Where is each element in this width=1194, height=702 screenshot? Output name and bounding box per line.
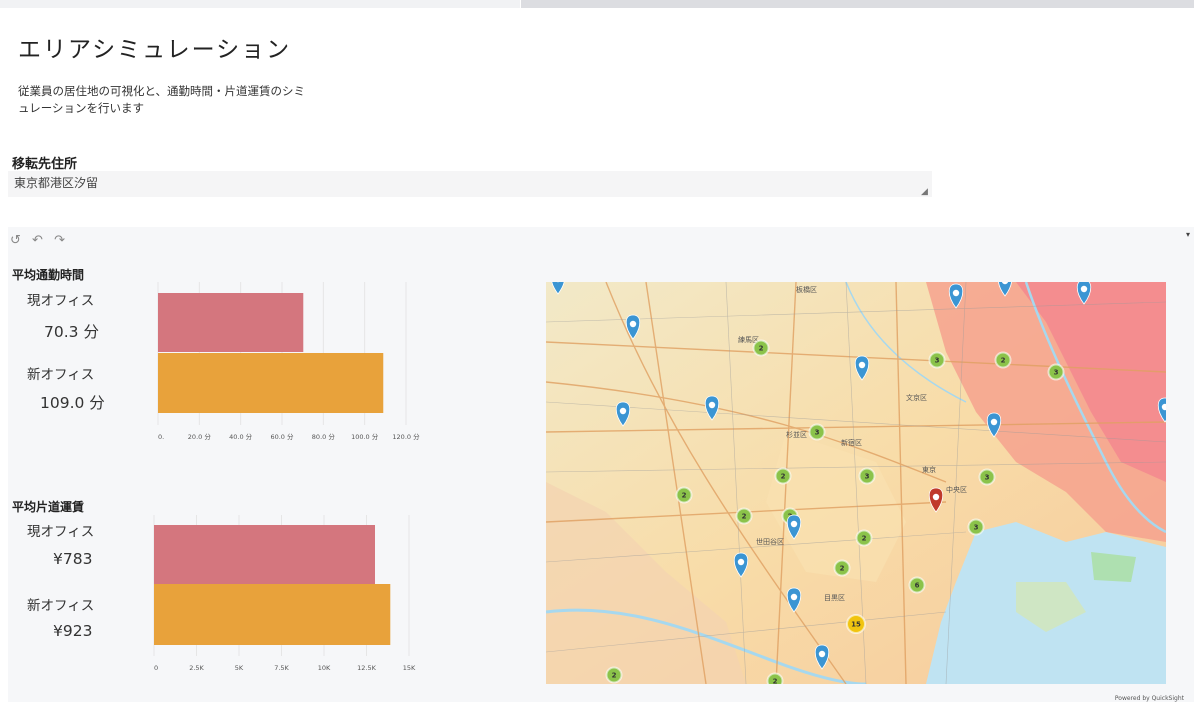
commute-current-label: 現オフィス bbox=[27, 293, 95, 309]
cluster-count: 3 bbox=[985, 474, 990, 482]
address-label: 移転先住所 bbox=[12, 157, 78, 172]
fare-title: 平均片道運賃 bbox=[12, 500, 85, 514]
panel-menu-icon[interactable]: ▾ bbox=[1186, 230, 1190, 239]
cluster-marker[interactable]: 2 bbox=[675, 486, 693, 504]
commute-new-label: 新オフィス bbox=[27, 367, 95, 383]
fare-new-value: ¥923 bbox=[53, 622, 93, 640]
commute-title: 平均通勤時間 bbox=[12, 268, 85, 282]
fare-new-label: 新オフィス bbox=[27, 598, 95, 614]
park bbox=[1091, 552, 1136, 582]
place-label: 新宿区 bbox=[841, 438, 862, 447]
cluster-marker[interactable]: 15 bbox=[846, 614, 866, 634]
cluster-marker[interactable]: 2 bbox=[752, 339, 770, 357]
bar-current-office[interactable] bbox=[158, 293, 304, 352]
x-tick-label: 10K bbox=[318, 664, 331, 672]
bar-current-office[interactable] bbox=[154, 525, 375, 584]
x-tick-label: 40.0 分 bbox=[229, 432, 253, 441]
cluster-marker[interactable]: 2 bbox=[774, 467, 792, 485]
x-tick-label: 0 bbox=[154, 664, 158, 672]
undo-icon[interactable]: ↶ bbox=[32, 233, 43, 248]
x-tick-label: 15K bbox=[403, 664, 416, 672]
page-description: 従業員の居住地の可視化と、通勤時間・片道運賃のシミュレーションを行います bbox=[18, 84, 306, 115]
x-tick-label: 0. bbox=[158, 433, 164, 441]
cluster-count: 3 bbox=[865, 473, 870, 481]
place-label: 中央区 bbox=[946, 485, 967, 494]
cluster-marker[interactable]: 3 bbox=[1047, 363, 1065, 381]
top-bar-left bbox=[0, 0, 520, 8]
cluster-marker[interactable]: 6 bbox=[908, 576, 926, 594]
x-tick-label: 7.5K bbox=[274, 664, 289, 672]
commute-new-value: 109.0 分 bbox=[40, 394, 105, 412]
cluster-count: 2 bbox=[612, 672, 617, 680]
cluster-count: 6 bbox=[915, 582, 920, 590]
fare-current-value: ¥783 bbox=[53, 550, 93, 568]
cluster-marker[interactable]: 3 bbox=[967, 518, 985, 536]
address-input[interactable]: 東京都港区汐留 bbox=[8, 171, 932, 197]
x-tick-label: 12.5K bbox=[357, 664, 376, 672]
cluster-marker[interactable]: 3 bbox=[858, 467, 876, 485]
fare-current-label: 現オフィス bbox=[27, 524, 95, 540]
reset-icon[interactable]: ↺ bbox=[10, 233, 21, 248]
cluster-count: 2 bbox=[773, 678, 778, 685]
resize-grip-icon[interactable]: ◢ bbox=[921, 187, 928, 197]
employee-map[interactable]: 練馬区 杉並区 新宿区 文京区 東京 中央区 目黒区 世田谷区 板橋区 2323… bbox=[546, 282, 1166, 684]
cluster-count: 2 bbox=[742, 513, 747, 521]
place-label: 板橋区 bbox=[796, 285, 817, 294]
cluster-marker[interactable]: 2 bbox=[605, 666, 623, 684]
cluster-count: 3 bbox=[974, 524, 979, 532]
place-label: 目黒区 bbox=[824, 594, 845, 602]
cluster-count: 2 bbox=[781, 473, 786, 481]
x-tick-label: 20.0 分 bbox=[188, 432, 212, 441]
place-label: 東京 bbox=[922, 465, 936, 474]
bar-new-office[interactable] bbox=[154, 584, 391, 645]
cluster-marker[interactable]: 3 bbox=[808, 423, 826, 441]
cluster-count: 2 bbox=[862, 535, 867, 543]
x-tick-label: 80.0 分 bbox=[312, 432, 336, 441]
redo-icon[interactable]: ↷ bbox=[54, 233, 65, 248]
cluster-marker[interactable]: 2 bbox=[855, 529, 873, 547]
bar-new-office[interactable] bbox=[158, 353, 384, 413]
cluster-marker[interactable]: 2 bbox=[766, 672, 784, 685]
cluster-count: 15 bbox=[851, 621, 861, 629]
commute-current-value: 70.3 分 bbox=[44, 323, 99, 341]
x-tick-label: 100.0 分 bbox=[351, 432, 379, 441]
cluster-count: 2 bbox=[1001, 357, 1006, 365]
powered-by-label: Powered by QuickSight bbox=[1114, 695, 1184, 702]
cluster-count: 3 bbox=[1054, 369, 1059, 377]
toolbar: ↺ ↶ ↷ bbox=[10, 233, 72, 248]
cluster-marker[interactable]: 2 bbox=[735, 507, 753, 525]
x-tick-label: 5K bbox=[235, 664, 244, 672]
cluster-count: 2 bbox=[840, 565, 845, 573]
x-tick-label: 2.5K bbox=[189, 664, 204, 672]
x-tick-label: 60.0 分 bbox=[270, 432, 294, 441]
commute-bar-chart: 0. 20.0 分 40.0 分 60.0 分 80.0 分 100.0 分 120.0 分 bbox=[157, 282, 420, 441]
place-label: 文京区 bbox=[906, 393, 927, 402]
cluster-marker[interactable]: 2 bbox=[994, 351, 1012, 369]
cluster-marker[interactable]: 3 bbox=[978, 468, 996, 486]
cluster-marker[interactable]: 2 bbox=[833, 559, 851, 577]
place-label: 世田谷区 bbox=[756, 537, 784, 546]
cluster-count: 3 bbox=[935, 357, 940, 365]
cluster-count: 2 bbox=[682, 492, 687, 500]
x-tick-label: 120.0 分 bbox=[392, 432, 420, 441]
fare-bar-chart: 0 2.5K 5K 7.5K 10K 12.5K 15K bbox=[153, 515, 416, 672]
page-title: エリアシミュレーション bbox=[18, 37, 292, 63]
cluster-count: 3 bbox=[815, 429, 820, 437]
cluster-marker[interactable]: 3 bbox=[928, 351, 946, 369]
place-label: 杉並区 bbox=[786, 430, 807, 439]
top-bar-right bbox=[521, 0, 1194, 8]
cluster-count: 2 bbox=[759, 345, 764, 353]
